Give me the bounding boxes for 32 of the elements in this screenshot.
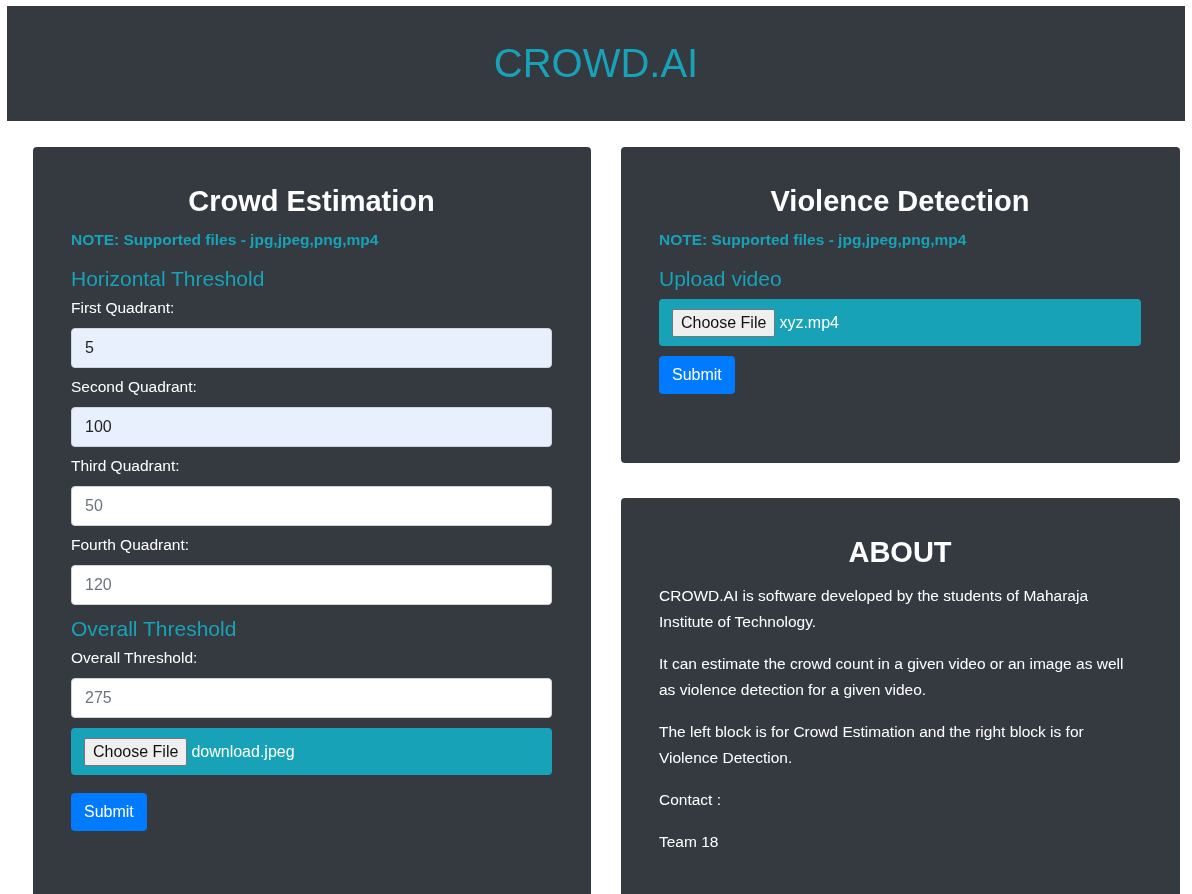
note-text: NOTE: Supported files - jpg,jpeg,png,mp4 (71, 231, 380, 249)
choose-file-button[interactable]: Choose File (672, 308, 776, 337)
number-field[interactable]: 275 (71, 678, 552, 718)
note-text: NOTE: Supported files - jpg,jpeg,png,mp4 (659, 231, 968, 249)
card-title: ABOUT (847, 536, 953, 569)
card-title: Violence Detection (769, 185, 1031, 218)
about-paragraph: Contact : (659, 790, 723, 810)
about-paragraph: It can estimate the crowd count in a given video or an image as well as violence detection for a given video. (659, 654, 1125, 700)
field-label: Overall Threshold: (71, 649, 199, 667)
file-name: download.jpeg (191, 742, 295, 761)
section-heading: Upload video (659, 267, 783, 291)
site-title: CROWD.AI (493, 41, 699, 86)
about-paragraph: Team 18 (659, 832, 720, 852)
submit-button[interactable]: Submit (659, 356, 735, 394)
field-label: Fourth Quadrant: (71, 536, 191, 554)
file-input[interactable]: Choose File download.jpeg (71, 728, 552, 775)
number-field[interactable]: 120 (71, 565, 552, 605)
submit-button[interactable]: Submit (71, 793, 147, 831)
section-heading: Horizontal Threshold (71, 267, 266, 291)
field-label: Second Quadrant: (71, 378, 198, 396)
field-label: First Quadrant: (71, 299, 176, 317)
file-input[interactable]: Choose File xyz.mp4 (659, 299, 1141, 346)
number-field[interactable]: 100 (71, 407, 552, 447)
about-paragraph: CROWD.AI is software developed by the students of Maharaja Institute of Technology. (659, 586, 1090, 632)
section-heading: Overall Threshold (71, 617, 238, 641)
number-field[interactable]: 5 (71, 328, 552, 368)
file-name: xyz.mp4 (779, 313, 839, 332)
about-paragraph: The left block is for Crowd Estimation and the right block is for Violence Detection. (659, 722, 1085, 768)
choose-file-button[interactable]: Choose File (84, 737, 188, 766)
number-field[interactable]: 50 (71, 486, 552, 526)
card-title: Crowd Estimation (187, 185, 436, 218)
field-label: Third Quadrant: (71, 457, 181, 475)
